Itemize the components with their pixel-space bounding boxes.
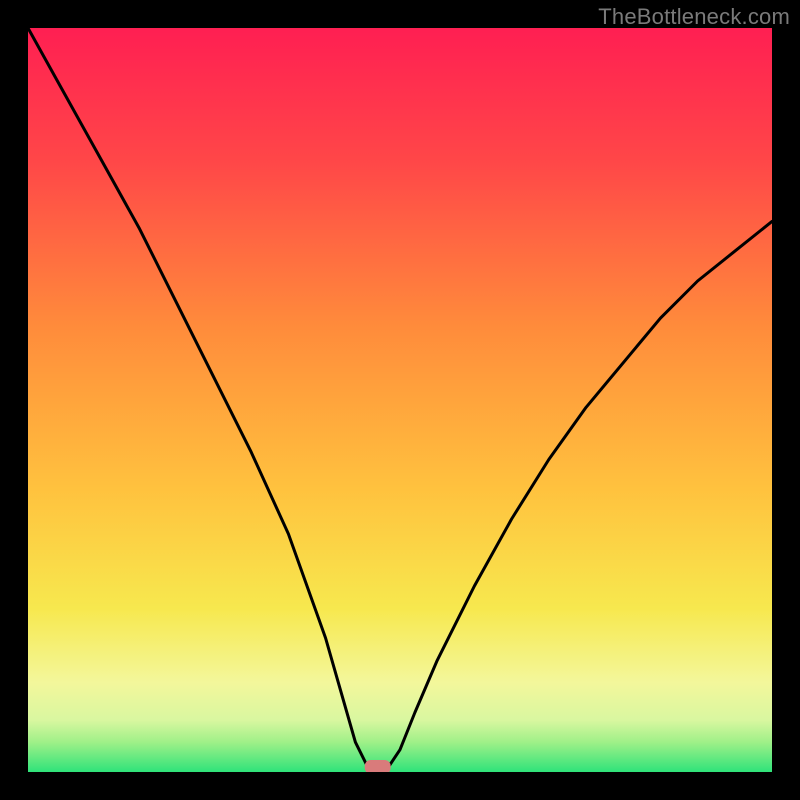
bottleneck-chart	[28, 28, 772, 772]
watermark-text: TheBottleneck.com	[598, 4, 790, 30]
chart-frame	[28, 28, 772, 772]
optimal-marker	[365, 760, 391, 772]
chart-background	[28, 28, 772, 772]
